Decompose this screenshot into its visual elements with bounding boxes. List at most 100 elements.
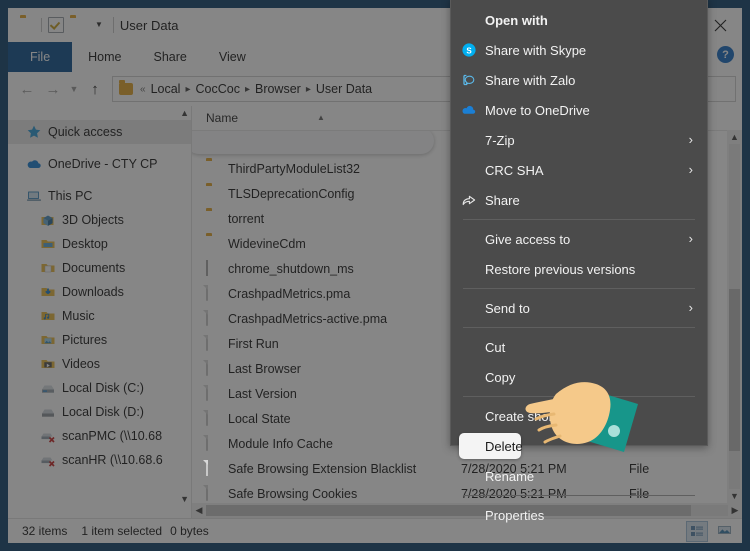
sidebar-item-label: scanPMC (\\10.68 bbox=[62, 429, 163, 443]
menu-item-rename[interactable]: Rename bbox=[451, 461, 707, 491]
scroll-left-icon[interactable]: ◀ bbox=[192, 505, 206, 516]
menu-item-give-access-to[interactable]: Give access to › bbox=[451, 224, 707, 254]
cloud-icon bbox=[26, 156, 42, 172]
folder-icon[interactable] bbox=[20, 18, 35, 32]
sidebar-item-label: scanHR (\\10.68.6 bbox=[62, 453, 163, 467]
chevron-right-icon[interactable]: ▸ bbox=[185, 84, 190, 95]
column-header-name[interactable]: Name ▲ bbox=[192, 111, 461, 125]
navigation-pane: ▲ ▼ Quick access OneDrive - CTY CP This … bbox=[8, 106, 192, 518]
sidebar-item-scanpmc[interactable]: scanPMC (\\10.68 bbox=[8, 424, 191, 448]
vertical-scrollbar[interactable]: ▲ ▼ bbox=[727, 130, 742, 503]
file-icon bbox=[206, 334, 220, 352]
sidebar-item-scanhr[interactable]: scanHR (\\10.68.6 bbox=[8, 448, 191, 472]
sidebar-item-label: Music bbox=[62, 309, 95, 323]
tab-home[interactable]: Home bbox=[72, 42, 137, 72]
sidebar-item-downloads[interactable]: Downloads bbox=[8, 280, 191, 304]
sidebar-item-this-pc[interactable]: This PC bbox=[8, 184, 191, 208]
sidebar-item-documents[interactable]: Documents bbox=[8, 256, 191, 280]
breadcrumb-item-user-data[interactable]: User Data bbox=[316, 82, 372, 96]
status-size: 0 bytes bbox=[170, 524, 209, 538]
chevron-right-icon[interactable]: ▸ bbox=[245, 84, 250, 95]
scrollbar-thumb[interactable] bbox=[729, 288, 740, 452]
sidebar-item-label: Videos bbox=[62, 357, 100, 371]
sidebar-item-pictures[interactable]: Pictures bbox=[8, 328, 191, 352]
status-selection: 1 item selected bbox=[81, 524, 163, 538]
file-icon bbox=[206, 484, 220, 502]
help-icon[interactable]: ? bbox=[717, 46, 734, 63]
properties-checkbox-icon[interactable] bbox=[48, 17, 64, 33]
3d-objects-icon bbox=[40, 212, 56, 228]
file-name: TLSDeprecationConfig bbox=[228, 186, 355, 201]
breadcrumb-item-local[interactable]: Local bbox=[151, 82, 181, 96]
up-icon[interactable]: ↑ bbox=[82, 76, 108, 102]
file-name: First Run bbox=[228, 336, 279, 351]
scroll-up-icon[interactable]: ▲ bbox=[180, 108, 189, 118]
tab-file[interactable]: File bbox=[8, 42, 73, 72]
network-drive-disconnected-icon bbox=[40, 428, 56, 444]
sidebar-item-local-disk-d[interactable]: Local Disk (D:) bbox=[8, 400, 191, 424]
file-name: Module Info Cache bbox=[228, 436, 333, 451]
music-icon bbox=[40, 308, 56, 324]
sidebar-item-label: Documents bbox=[62, 261, 126, 275]
file-name: CrashpadMetrics-active.pma bbox=[228, 311, 388, 326]
sidebar-item-label: Local Disk (C:) bbox=[62, 381, 144, 395]
chevron-right-icon: › bbox=[688, 231, 693, 246]
folder-icon bbox=[206, 186, 220, 202]
chevron-right-icon[interactable]: ▸ bbox=[306, 84, 311, 95]
forward-icon[interactable]: → bbox=[40, 76, 66, 102]
scroll-up-icon[interactable]: ▲ bbox=[730, 130, 739, 144]
breadcrumb-item-browser[interactable]: Browser bbox=[255, 82, 301, 96]
downloads-icon bbox=[40, 284, 56, 300]
breadcrumb-overflow[interactable]: « bbox=[140, 84, 146, 95]
large-icons-view-button[interactable] bbox=[714, 521, 734, 540]
chevron-right-icon: › bbox=[688, 162, 693, 177]
folder-icon bbox=[206, 236, 220, 252]
sidebar-item-videos[interactable]: Videos bbox=[8, 352, 191, 376]
chevron-down-icon[interactable]: ▼ bbox=[91, 21, 107, 29]
menu-item-open-with[interactable]: Open with bbox=[451, 5, 707, 35]
menu-item-move-to-onedrive[interactable]: Move to OneDrive bbox=[451, 95, 707, 125]
file-name: Last Browser bbox=[228, 361, 301, 376]
sidebar-item-music[interactable]: Music bbox=[8, 304, 191, 328]
sidebar-item-quick-access[interactable]: Quick access bbox=[8, 120, 191, 144]
quick-access-toolbar: ▼ bbox=[14, 17, 107, 33]
folder-icon bbox=[206, 161, 220, 177]
documents-icon bbox=[40, 260, 56, 276]
file-icon bbox=[206, 284, 220, 302]
back-icon[interactable]: ← bbox=[14, 76, 40, 102]
file-icon bbox=[206, 409, 220, 427]
recent-locations-icon[interactable]: ▼ bbox=[66, 76, 82, 102]
sidebar-item-3d-objects[interactable]: 3D Objects bbox=[8, 208, 191, 232]
folder-icon bbox=[206, 211, 220, 227]
scroll-right-icon[interactable]: ▶ bbox=[728, 505, 742, 516]
new-folder-icon[interactable] bbox=[70, 18, 85, 32]
menu-separator bbox=[463, 288, 695, 289]
menu-item-properties[interactable]: Properties bbox=[451, 500, 707, 530]
disk-d-icon bbox=[40, 404, 56, 420]
menu-item-share[interactable]: Share bbox=[451, 185, 707, 215]
scrollbar-track[interactable] bbox=[729, 144, 740, 489]
file-name: Local State bbox=[228, 411, 291, 426]
file-name: CrashpadMetrics.pma bbox=[228, 286, 351, 301]
pictures-icon bbox=[40, 332, 56, 348]
scroll-down-icon[interactable]: ▼ bbox=[180, 494, 189, 504]
chevron-right-icon: › bbox=[688, 300, 693, 315]
file-name: Safe Browsing Extension Blacklist bbox=[228, 461, 417, 476]
menu-item-share-with-skype[interactable]: S Share with Skype bbox=[451, 35, 707, 65]
file-name: WidevineCdm bbox=[228, 236, 306, 251]
sidebar-item-onedrive[interactable]: OneDrive - CTY CP bbox=[8, 152, 191, 176]
breadcrumb-item-coccoc[interactable]: CocCoc bbox=[195, 82, 239, 96]
menu-item-crc-sha[interactable]: CRC SHA › bbox=[451, 155, 707, 185]
sidebar-item-local-disk-c[interactable]: Local Disk (C:) bbox=[8, 376, 191, 400]
sidebar-item-label: 3D Objects bbox=[62, 213, 124, 227]
tab-share[interactable]: Share bbox=[138, 42, 203, 72]
disk-c-icon bbox=[40, 380, 56, 396]
sidebar-item-desktop[interactable]: Desktop bbox=[8, 232, 191, 256]
menu-item-share-with-zalo[interactable]: Share with Zalo bbox=[451, 65, 707, 95]
menu-item-send-to[interactable]: Send to › bbox=[451, 293, 707, 323]
scroll-down-icon[interactable]: ▼ bbox=[730, 489, 739, 503]
menu-item-7-zip[interactable]: 7-Zip › bbox=[451, 125, 707, 155]
status-item-count: 32 items bbox=[22, 524, 68, 538]
menu-item-restore-previous-versions[interactable]: Restore previous versions bbox=[451, 254, 707, 284]
tab-view[interactable]: View bbox=[203, 42, 262, 72]
